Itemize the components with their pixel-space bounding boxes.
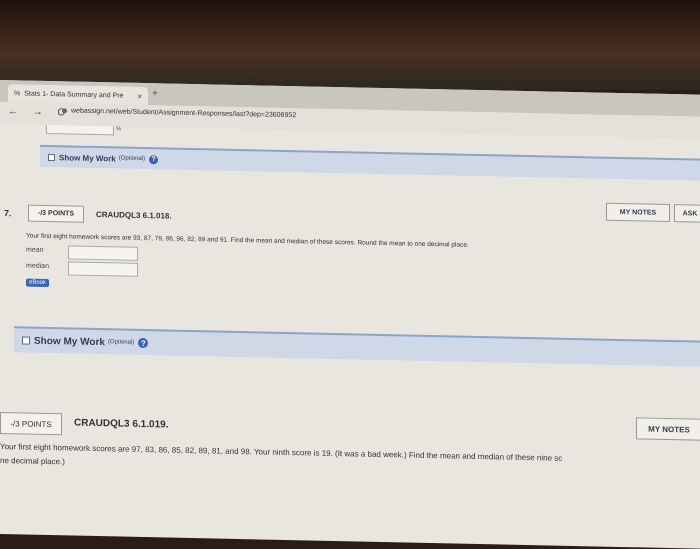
mean-input[interactable]	[68, 245, 138, 261]
question-code: CRAUDQL3 6.1.019.	[74, 417, 169, 431]
ask-label: ASK	[682, 209, 698, 218]
points-badge: -/3 POINTS	[0, 412, 62, 436]
prompt-mid: . Your ninth score is	[249, 447, 322, 458]
median-input[interactable]	[68, 261, 138, 277]
tab-favicon-icon: %	[14, 89, 21, 97]
close-icon[interactable]: ×	[137, 91, 142, 100]
points-text: -/3 POINTS	[37, 209, 75, 218]
question-prompt: Your first eight homework scores are 97,…	[0, 442, 562, 463]
scores-list: 97, 83, 86, 85, 82, 89, 81, and 98	[131, 444, 250, 457]
browser-window: % Stats 1- Data Summary and Pre × + ← → …	[0, 80, 700, 549]
my-notes-button[interactable]: MY NOTES	[636, 417, 700, 441]
url-text: webassign.net/web/Student/Assignment-Res…	[71, 107, 297, 120]
help-icon[interactable]: ?	[138, 337, 149, 349]
prompt-suffix: . Find the mean and median of these scor…	[227, 236, 469, 249]
expand-checkbox-icon[interactable]	[22, 336, 30, 345]
previous-answer-input[interactable]	[46, 124, 114, 136]
question-prompt-line2: ne decimal place.)	[0, 456, 65, 467]
ask-button[interactable]: ASK	[674, 204, 700, 223]
my-notes-label: MY NOTES	[619, 208, 657, 217]
ninth-score: 19	[321, 448, 331, 458]
prompt-and: and	[205, 236, 220, 244]
points-badge: -/3 POINTS	[28, 204, 84, 223]
expand-checkbox-icon[interactable]	[48, 153, 55, 161]
lock-icon	[62, 108, 67, 114]
points-text: -/3 POINTS	[10, 418, 52, 429]
show-my-work-bar[interactable]: Show My Work (Optional) ?	[40, 144, 700, 181]
question-number: 7.	[4, 208, 12, 219]
show-my-work-label: Show My Work	[34, 335, 105, 348]
prompt-prefix: Your first eight homework scores are	[26, 232, 134, 242]
mean-label: mean	[26, 246, 44, 254]
help-icon[interactable]: ?	[149, 154, 159, 164]
show-my-work-label: Show My Work	[59, 152, 116, 163]
new-tab-button[interactable]: +	[152, 88, 158, 99]
scores-list: 93, 87, 79, 86, 96, 82, 89	[133, 234, 206, 244]
prompt-prefix: Your first eight homework scores are	[0, 442, 132, 454]
tab-title: Stats 1- Data Summary and Pre	[24, 90, 124, 100]
my-notes-button[interactable]: MY NOTES	[606, 202, 670, 223]
prompt-suffix: . (It was a bad week.) Find the mean and…	[330, 448, 563, 463]
show-my-work-bar[interactable]: Show My Work (Optional) ?	[14, 326, 700, 367]
question-code: CRAUDQL3 6.1.018.	[96, 210, 172, 221]
ebook-button[interactable]: eBook	[26, 278, 50, 288]
my-notes-label: MY NOTES	[648, 424, 690, 434]
last-score: 91	[219, 236, 228, 244]
page-content: % Show My Work (Optional) ? 7. -/3 POINT…	[0, 124, 700, 549]
median-label: median	[26, 262, 49, 271]
url-field[interactable]: webassign.net/web/Student/Assignment-Res…	[62, 107, 296, 119]
optional-label: (Optional)	[107, 339, 135, 346]
optional-label: (Optional)	[118, 155, 146, 163]
percent-label: %	[116, 126, 122, 133]
monitor-bezel	[0, 0, 700, 90]
